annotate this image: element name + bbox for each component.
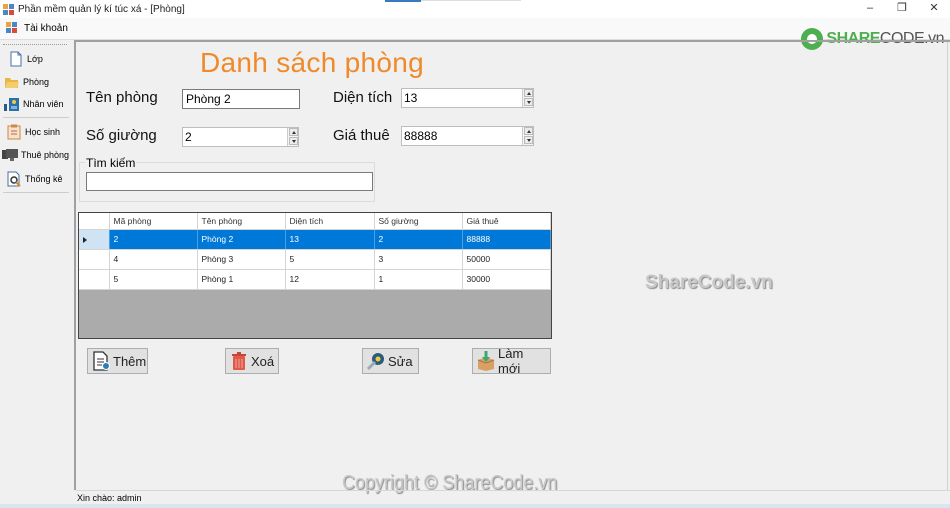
window-title: Phần mềm quản lý kí túc xá - [Phòng] xyxy=(18,3,185,15)
grid-header-row: Mã phòng Tên phòng Diện tích Số giường G… xyxy=(79,213,551,230)
minimize-button[interactable]: – xyxy=(854,0,886,18)
box-download-icon xyxy=(476,351,496,371)
delete-button[interactable]: Xoá xyxy=(225,348,279,374)
col-gia-thue[interactable]: Giá thuê xyxy=(462,213,551,230)
ten-phong-input[interactable]: Phòng 2 xyxy=(182,89,300,109)
row-selector[interactable] xyxy=(79,249,110,270)
search-input[interactable] xyxy=(86,172,373,191)
folder-icon xyxy=(4,74,20,90)
app-icon xyxy=(6,21,17,36)
room-grid[interactable]: Mã phòng Tên phòng Diện tích Số giường G… xyxy=(78,212,552,339)
gia-thue-down[interactable] xyxy=(524,136,533,144)
main-panel: Danh sách phòng Tên phòng Phòng 2 Số giư… xyxy=(76,42,950,490)
gia-thue-stepper[interactable]: 88888 xyxy=(401,126,534,146)
report-search-icon xyxy=(6,171,22,187)
title-accent xyxy=(385,0,421,2)
add-document-icon xyxy=(91,351,111,371)
taskbar-strip xyxy=(0,504,950,508)
col-ma-phong[interactable]: Mã phòng xyxy=(109,213,198,230)
add-button[interactable]: Thêm xyxy=(87,348,148,374)
dien-tich-label: Diện tích xyxy=(333,89,393,106)
row-selector[interactable] xyxy=(79,269,110,290)
col-dien-tich[interactable]: Diện tích xyxy=(285,213,375,230)
edit-button[interactable]: Sửa xyxy=(362,348,419,374)
so-giuong-down[interactable] xyxy=(289,137,298,145)
watermark-center: ShareCode.vn xyxy=(645,272,773,293)
close-button[interactable]: ✕ xyxy=(918,0,950,18)
so-giuong-stepper[interactable]: 2 xyxy=(182,127,299,147)
menu-tai-khoan[interactable]: Tài khoản xyxy=(0,21,68,36)
table-row[interactable]: 4 Phòng 3 5 3 50000 xyxy=(79,249,551,270)
restore-button[interactable]: ❐ xyxy=(886,0,918,18)
sidebar-grip xyxy=(3,44,67,45)
dien-tich-down[interactable] xyxy=(524,98,533,106)
dien-tich-up[interactable] xyxy=(524,89,533,97)
clipboard-icon xyxy=(6,124,22,140)
search-group-label: Tìm kiếm xyxy=(85,156,137,170)
dien-tich-stepper[interactable]: 13 xyxy=(401,88,534,108)
menu-bar: Tài khoản SHARE CODE.vn xyxy=(0,18,950,50)
staff-icon xyxy=(4,96,20,112)
so-giuong-label: Số giường xyxy=(86,127,157,144)
col-ten-phong[interactable]: Tên phòng xyxy=(197,213,286,230)
document-icon xyxy=(8,51,24,67)
settings-wrench-icon xyxy=(366,351,386,371)
sidebar: Lớp Phòng Nhân viên Học sinh Thuê phòng xyxy=(0,42,72,492)
status-text: Xin chào: admin xyxy=(77,493,142,503)
sidebar-item-phong[interactable]: Phòng xyxy=(4,72,49,92)
gia-thue-up[interactable] xyxy=(524,127,533,135)
page-title: Danh sách phòng xyxy=(200,47,425,78)
app-icon xyxy=(3,3,14,15)
monitor-icon xyxy=(2,147,18,163)
sidebar-item-thong-ke[interactable]: Thống kê xyxy=(6,169,63,189)
so-giuong-up[interactable] xyxy=(289,128,298,136)
status-bar: Xin chào: admin xyxy=(76,490,950,504)
title-bar: Phần mềm quản lý kí túc xá - [Phòng] – ❐… xyxy=(0,0,950,18)
row-selector-icon[interactable] xyxy=(79,229,110,250)
ten-phong-label: Tên phòng xyxy=(86,89,158,106)
sidebar-item-lop[interactable]: Lớp xyxy=(8,49,43,69)
gia-thue-label: Giá thuê xyxy=(333,127,390,144)
row-header-corner xyxy=(79,213,110,230)
trash-icon xyxy=(229,351,249,371)
sidebar-item-hoc-sinh[interactable]: Học sinh xyxy=(6,122,60,142)
sidebar-item-nhan-vien[interactable]: Nhân viên xyxy=(4,94,64,114)
col-so-giuong[interactable]: Số giường xyxy=(374,213,463,230)
menu-tai-khoan-label: Tài khoản xyxy=(24,23,68,34)
table-row[interactable]: 5 Phòng 1 12 1 30000 xyxy=(79,269,551,290)
table-row[interactable]: 2 Phòng 2 13 2 88888 xyxy=(79,229,551,250)
main-window: Phần mềm quản lý kí túc xá - [Phòng] – ❐… xyxy=(0,0,950,508)
sidebar-item-thue-phong[interactable]: Thuê phòng xyxy=(2,145,69,165)
refresh-button[interactable]: Làm mới xyxy=(472,346,551,376)
